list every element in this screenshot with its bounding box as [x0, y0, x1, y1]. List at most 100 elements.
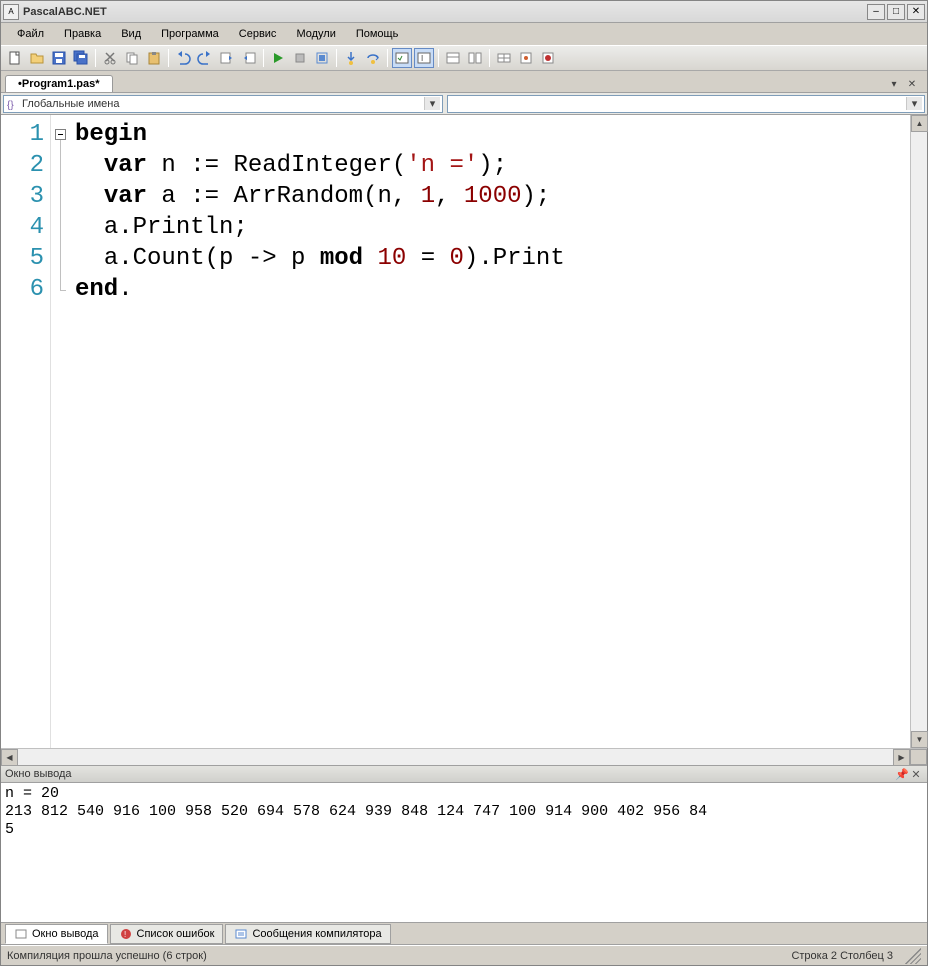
- scroll-corner: [910, 749, 927, 765]
- toggle-output-icon[interactable]: [392, 48, 412, 68]
- scroll-right-icon[interactable]: ▶: [893, 749, 910, 766]
- menu-view[interactable]: Вид: [111, 26, 151, 42]
- line-number: 1: [1, 119, 44, 150]
- tab-error-list[interactable]: ! Список ошибок: [110, 924, 224, 944]
- toolbar-separator: [168, 49, 169, 67]
- pin-icon[interactable]: 📌: [895, 768, 909, 781]
- cut-icon[interactable]: [100, 48, 120, 68]
- window-title: PascalABC.NET: [23, 6, 867, 18]
- close-panel-icon[interactable]: ✕: [909, 768, 923, 781]
- fold-line: [60, 140, 61, 290]
- scope-label: Глобальные имена: [22, 98, 424, 110]
- dropdown-arrow-icon: ▾: [906, 97, 922, 110]
- scroll-track[interactable]: [911, 132, 927, 731]
- scope-combo-right[interactable]: ▾: [447, 95, 925, 113]
- save-all-icon[interactable]: [71, 48, 91, 68]
- toolbar-separator: [336, 49, 337, 67]
- minimize-button[interactable]: –: [867, 4, 885, 20]
- copy-icon[interactable]: [122, 48, 142, 68]
- menu-edit[interactable]: Правка: [54, 26, 111, 42]
- toolbar-separator: [387, 49, 388, 67]
- toolbar-separator: [263, 49, 264, 67]
- fold-toggle-icon[interactable]: [55, 129, 66, 140]
- vertical-scrollbar[interactable]: ▲ ▼: [910, 115, 927, 748]
- maximize-button[interactable]: □: [887, 4, 905, 20]
- svg-text:{}: {}: [7, 100, 14, 110]
- nav-back-icon[interactable]: [217, 48, 237, 68]
- step-over-icon[interactable]: [363, 48, 383, 68]
- fold-end: [60, 290, 66, 291]
- output-body[interactable]: n = 20 213 812 540 916 100 958 520 694 5…: [1, 783, 927, 923]
- menu-file[interactable]: Файл: [7, 26, 54, 42]
- svg-text:I: I: [421, 54, 423, 63]
- messages-icon: [234, 927, 248, 941]
- scroll-left-icon[interactable]: ◀: [1, 749, 18, 766]
- undo-icon[interactable]: [173, 48, 193, 68]
- output-icon: [14, 927, 28, 941]
- line-number: 6: [1, 274, 44, 305]
- error-icon: !: [119, 927, 133, 941]
- panel1-icon[interactable]: [443, 48, 463, 68]
- scroll-track[interactable]: [18, 749, 893, 765]
- dropdown-arrow-icon: ▾: [424, 97, 440, 110]
- open-file-icon[interactable]: [27, 48, 47, 68]
- scope-combo-left[interactable]: {} Глобальные имена ▾: [3, 95, 443, 113]
- locals-icon[interactable]: [516, 48, 536, 68]
- app-window: A PascalABC.NET – □ ✕ Файл Правка Вид Пр…: [0, 0, 928, 966]
- output-panel-header: Окно вывода 📌 ✕: [1, 765, 927, 783]
- tab-output-window[interactable]: Окно вывода: [5, 924, 108, 944]
- line-number: 5: [1, 243, 44, 274]
- toolbar-separator: [489, 49, 490, 67]
- line-gutter: 1 2 3 4 5 6: [1, 115, 51, 748]
- resize-grip-icon[interactable]: [905, 948, 921, 964]
- redo-icon[interactable]: [195, 48, 215, 68]
- close-button[interactable]: ✕: [907, 4, 925, 20]
- menu-service[interactable]: Сервис: [229, 26, 287, 42]
- editor-tabs: •Program1.pas* ▾ ✕: [1, 71, 927, 93]
- breakpoints-icon[interactable]: [538, 48, 558, 68]
- line-number: 4: [1, 212, 44, 243]
- tab-label: Сообщения компилятора: [252, 928, 381, 940]
- toolbar: I: [1, 45, 927, 71]
- nav-forward-icon[interactable]: [239, 48, 259, 68]
- paste-icon[interactable]: [144, 48, 164, 68]
- code-body[interactable]: begin var n := ReadInteger('n ='); var a…: [75, 115, 910, 748]
- panel2-icon[interactable]: [465, 48, 485, 68]
- toolbar-separator: [438, 49, 439, 67]
- app-icon: A: [3, 4, 19, 20]
- svg-text:!: !: [124, 930, 126, 939]
- code-editor[interactable]: 1 2 3 4 5 6 begin var n := ReadInteger('…: [1, 115, 927, 748]
- tab-label: Окно вывода: [32, 928, 99, 940]
- menu-program[interactable]: Программа: [151, 26, 229, 42]
- menu-help[interactable]: Помощь: [346, 26, 409, 42]
- titlebar: A PascalABC.NET – □ ✕: [1, 1, 927, 23]
- tabs-dropdown-icon[interactable]: ▾: [887, 78, 901, 92]
- braces-icon: {}: [6, 97, 20, 111]
- new-file-icon[interactable]: [5, 48, 25, 68]
- menu-modules[interactable]: Модули: [286, 26, 345, 42]
- window-controls: – □ ✕: [867, 4, 925, 20]
- stop-icon[interactable]: [290, 48, 310, 68]
- tab-program1[interactable]: •Program1.pas*: [5, 75, 113, 92]
- save-icon[interactable]: [49, 48, 69, 68]
- menubar: Файл Правка Вид Программа Сервис Модули …: [1, 23, 927, 45]
- statusbar: Компиляция прошла успешно (6 строк) Стро…: [1, 945, 927, 965]
- step-into-icon[interactable]: [341, 48, 361, 68]
- tab-label: Список ошибок: [137, 928, 215, 940]
- toggle-input-icon[interactable]: I: [414, 48, 434, 68]
- watch-icon[interactable]: [494, 48, 514, 68]
- status-cursor: Строка 2 Столбец 3: [791, 950, 893, 962]
- compile-icon[interactable]: [312, 48, 332, 68]
- status-compile: Компиляция прошла успешно (6 строк): [7, 950, 207, 962]
- tab-close-icon[interactable]: ✕: [905, 78, 919, 92]
- output-title: Окно вывода: [5, 768, 895, 780]
- scroll-up-icon[interactable]: ▲: [911, 115, 928, 132]
- horizontal-scrollbar[interactable]: ◀ ▶: [1, 748, 927, 765]
- scroll-down-icon[interactable]: ▼: [911, 731, 928, 748]
- fold-column: [51, 115, 75, 748]
- run-icon[interactable]: [268, 48, 288, 68]
- line-number: 2: [1, 150, 44, 181]
- tab-compiler-messages[interactable]: Сообщения компилятора: [225, 924, 390, 944]
- bottom-tabs: Окно вывода ! Список ошибок Сообщения ко…: [1, 923, 927, 945]
- toolbar-separator: [95, 49, 96, 67]
